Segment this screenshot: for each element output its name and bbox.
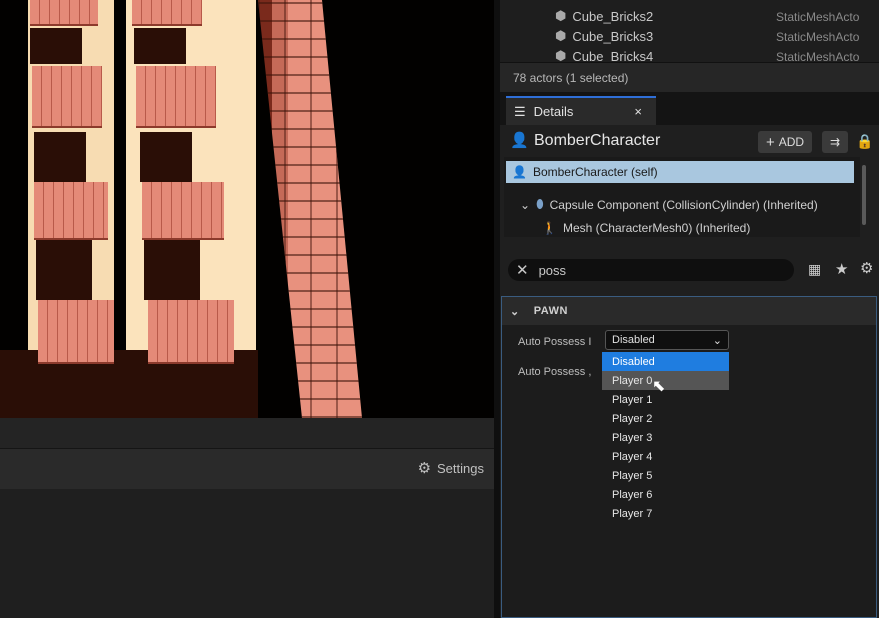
table-view-icon[interactable]: ▦ (808, 261, 821, 278)
component-mesh-label: Mesh (CharacterMesh0) (Inherited) (562, 221, 751, 235)
pawn-icon: 👤 (510, 132, 529, 149)
dropdown-option[interactable]: Player 4 (602, 447, 729, 466)
combo-value: Disabled (612, 334, 655, 346)
skeletal-mesh-icon: 🚶 (542, 221, 557, 235)
dropdown-option[interactable]: Player 7 (602, 504, 729, 523)
outliner-row-type: StaticMeshActo (776, 10, 860, 24)
brick-block (132, 0, 202, 26)
dropdown-option[interactable]: Disabled (602, 352, 729, 371)
add-label: ADD (778, 135, 805, 149)
bottom-toolbar: ⚙ Settings (0, 448, 494, 489)
auto-possess-ai-label: Auto Possess , (518, 366, 592, 378)
clear-search-icon[interactable]: ✕ (516, 261, 529, 279)
brick-block (142, 182, 224, 240)
brick-block (30, 0, 98, 26)
brick-block (148, 300, 234, 364)
plus-icon: + (765, 133, 775, 151)
gear-icon[interactable]: ⚙ (860, 259, 873, 277)
brick-shadow (144, 240, 200, 300)
brick-block (136, 66, 216, 128)
level-viewport[interactable] (0, 0, 494, 418)
outliner-row-name: Cube_Bricks2 (572, 8, 654, 24)
world-outliner: ⬢ Cube_Bricks2 StaticMeshActo ⬢ Cube_Bri… (500, 0, 879, 64)
auto-possess-dropdown: Disabled Player 0 Player 1 Player 2 Play… (602, 352, 729, 522)
component-self-label: BomberCharacter (self) (532, 165, 658, 179)
brick-wall (258, 0, 362, 418)
add-component-button[interactable]: + ADD (758, 131, 812, 153)
component-mesh-row[interactable]: 🚶 Mesh (CharacterMesh0) (Inherited) (542, 221, 750, 235)
details-search[interactable]: ✕ poss (508, 259, 794, 281)
outliner-row-name: Cube_Bricks3 (572, 28, 654, 44)
pawn-section-header[interactable]: ⌄ PAWN (502, 297, 876, 325)
brick-shadow (134, 28, 186, 64)
actor-count: 78 actors (1 selected) (513, 71, 629, 85)
bottom-panel (0, 489, 494, 618)
gear-icon: ⚙ (417, 460, 432, 477)
component-self-row[interactable]: 👤 BomberCharacter (self) (506, 161, 854, 183)
brick-shadow (34, 132, 86, 182)
outliner-row[interactable]: ⬢ Cube_Bricks3 (555, 26, 653, 46)
auto-possess-player-label: Auto Possess I (518, 336, 592, 348)
lock-icon[interactable]: 🔒 (856, 133, 873, 150)
brick-block (38, 300, 114, 364)
brick-shadow (140, 132, 192, 182)
search-input[interactable]: poss (539, 263, 566, 278)
chevron-down-icon: ⌄ (510, 305, 520, 318)
outliner-row-type: StaticMeshActo (776, 30, 860, 44)
static-mesh-icon: ⬢ (555, 8, 567, 23)
chevron-down-icon: ⌄ (712, 334, 722, 347)
sliders-icon: ☰ (514, 103, 526, 119)
actor-name: BomberCharacter (534, 132, 661, 149)
mouse-cursor-icon: ⬉ (652, 378, 666, 395)
component-scrollbar[interactable] (862, 165, 866, 225)
viewport-bottom-strip (0, 418, 494, 448)
pawn-icon: 👤 (512, 165, 527, 179)
section-title: PAWN (533, 305, 568, 317)
chevron-down-icon: ⌄ (520, 197, 531, 212)
dropdown-option[interactable]: Player 5 (602, 466, 729, 485)
blueprint-button[interactable]: ⇉ (822, 131, 848, 153)
static-mesh-icon: ⬢ (555, 28, 567, 43)
dropdown-option[interactable]: Player 1 (602, 390, 729, 409)
brick-shadow (36, 240, 92, 300)
blueprint-icon: ⇉ (829, 135, 841, 149)
details-tab-bar: ☰ Details × (500, 92, 879, 125)
actor-count-bar: 78 actors (1 selected) (500, 62, 879, 93)
outliner-row[interactable]: ⬢ Cube_Bricks2 (555, 6, 653, 26)
auto-possess-player-combo[interactable]: Disabled ⌄ (605, 330, 729, 350)
dropdown-option[interactable]: Player 2 (602, 409, 729, 428)
dropdown-option[interactable]: Player 3 (602, 428, 729, 447)
star-icon[interactable]: ★ (835, 260, 848, 278)
tab-details[interactable]: ☰ Details × (506, 96, 656, 125)
close-icon[interactable]: × (634, 104, 642, 119)
capsule-icon: ⬮ (536, 197, 544, 211)
dropdown-option[interactable]: Player 0 (602, 371, 729, 390)
brick-shadow (30, 28, 82, 64)
tab-details-label: Details (533, 104, 574, 119)
component-capsule-row[interactable]: ⌄ ⬮ Capsule Component (CollisionCylinder… (520, 197, 818, 212)
brick-block (32, 66, 102, 128)
brick-block (34, 182, 108, 240)
settings-button[interactable]: ⚙ Settings (418, 459, 484, 477)
dropdown-option[interactable]: Player 6 (602, 485, 729, 504)
component-capsule-label: Capsule Component (CollisionCylinder) (I… (549, 197, 818, 212)
settings-label: Settings (437, 460, 484, 476)
